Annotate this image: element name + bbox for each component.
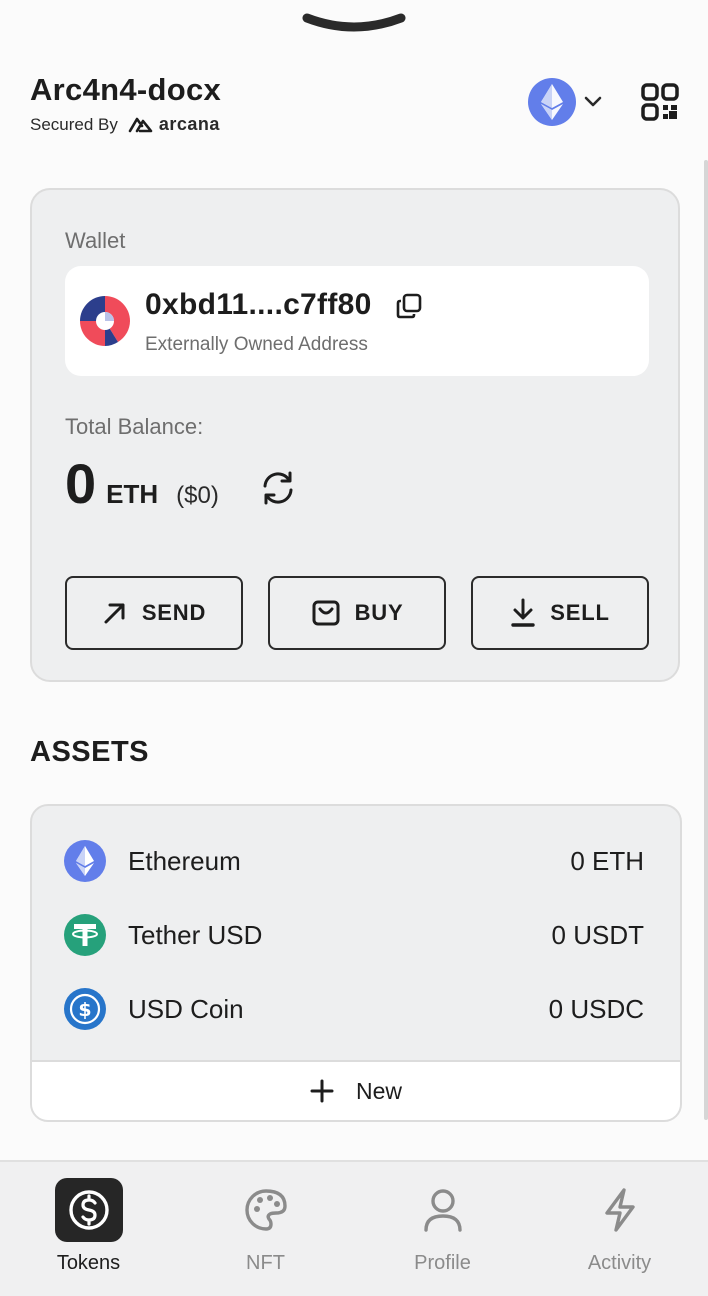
- nav-label-profile: Profile: [414, 1252, 471, 1274]
- ethereum-icon: [528, 78, 576, 126]
- balance: 0 ETH ($0): [65, 452, 219, 516]
- lightning-icon: [586, 1178, 654, 1242]
- sell-label: SELL: [550, 600, 610, 625]
- nav-tokens[interactable]: Tokens: [0, 1162, 177, 1296]
- sell-button[interactable]: SELL: [471, 576, 649, 650]
- nav-label-nft: NFT: [246, 1252, 285, 1274]
- send-button[interactable]: SEND: [65, 576, 243, 650]
- buy-label: BUY: [354, 600, 404, 625]
- secured-by-label: Secured By: [30, 114, 118, 134]
- svg-text:$: $: [78, 999, 91, 1021]
- arcana-logo: arcana: [128, 114, 220, 135]
- wallet-app: Arc4n4-docx Secured By arcana Wallet 0xb…: [0, 0, 708, 1296]
- dollar-coin-icon: [54, 1178, 123, 1242]
- usd-coin-icon: $: [64, 988, 106, 1030]
- bag-icon: [312, 600, 340, 626]
- nav-activity[interactable]: Activity: [531, 1162, 708, 1296]
- asset-balance: 0 ETH: [570, 845, 644, 876]
- balance-label: Total Balance:: [65, 414, 204, 439]
- user-icon: [409, 1178, 477, 1242]
- collapse-chevron-icon[interactable]: [301, 10, 407, 40]
- asset-row-tether[interactable]: Tether USD 0 USDT: [32, 898, 680, 972]
- nav-label-activity: Activity: [587, 1252, 652, 1274]
- copy-icon[interactable]: [395, 292, 423, 320]
- asset-name: Ethereum: [128, 845, 241, 876]
- arcana-brand-text: arcana: [158, 114, 220, 134]
- wallet-label: Wallet: [65, 228, 126, 253]
- arrow-up-right-icon: [104, 603, 125, 624]
- nav-label-tokens: Tokens: [56, 1252, 121, 1274]
- chevron-down-icon: [584, 96, 602, 107]
- balance-unit: ETH: [106, 479, 159, 509]
- asset-balance: 0 USDT: [551, 919, 644, 950]
- balance-amount: 0: [65, 452, 97, 515]
- scrollbar[interactable]: [704, 160, 708, 1120]
- asset-name: USD Coin: [128, 993, 244, 1024]
- action-buttons: SEND BUY SELL: [65, 576, 649, 650]
- tether-icon: [64, 914, 106, 956]
- plus-icon: [310, 1079, 334, 1103]
- asset-balance: 0 USDC: [548, 993, 644, 1024]
- network-selector[interactable]: [528, 78, 602, 126]
- asset-row-usd-coin[interactable]: $ USD Coin 0 USDC: [32, 972, 680, 1046]
- bottom-nav: Tokens NFT Profile Activity: [0, 1160, 708, 1296]
- arcana-logo-icon: [128, 117, 153, 132]
- wallet-address: 0xbd11....c7ff80: [145, 288, 372, 321]
- palette-icon: [232, 1178, 300, 1242]
- new-label: New: [355, 1077, 402, 1104]
- ethereum-icon: [64, 840, 106, 882]
- address-avatar: [80, 296, 130, 346]
- address-type: Externally Owned Address: [145, 334, 368, 355]
- wallet-card: Wallet 0xbd11....c7ff80 Externally Owned…: [30, 188, 680, 682]
- balance-usd: ($0): [176, 482, 219, 509]
- assets-title: ASSETS: [30, 736, 150, 768]
- refresh-icon[interactable]: [260, 470, 296, 506]
- assets-card: Ethereum 0 ETH Tether USD 0 USDT $ USD C…: [30, 804, 682, 1122]
- send-label: SEND: [141, 600, 207, 625]
- address-box: 0xbd11....c7ff80 Externally Owned Addres…: [65, 266, 649, 376]
- nav-profile[interactable]: Profile: [354, 1162, 531, 1296]
- nav-nft[interactable]: NFT: [177, 1162, 354, 1296]
- download-icon: [511, 598, 535, 627]
- asset-row-ethereum[interactable]: Ethereum 0 ETH: [32, 824, 680, 898]
- add-new-token-button[interactable]: New: [32, 1060, 680, 1120]
- qr-code-icon[interactable]: [640, 82, 680, 122]
- asset-name: Tether USD: [128, 919, 263, 950]
- buy-button[interactable]: BUY: [268, 576, 446, 650]
- header: Arc4n4-docx Secured By arcana: [30, 70, 680, 140]
